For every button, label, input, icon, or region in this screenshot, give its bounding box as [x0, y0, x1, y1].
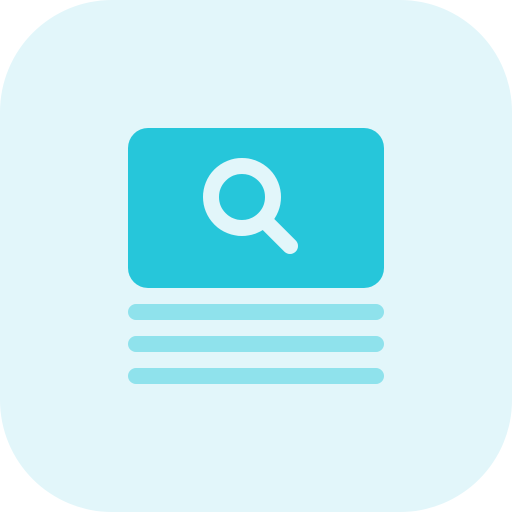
text-line-2 [128, 336, 384, 352]
text-line-1 [128, 304, 384, 320]
text-line-3 [128, 368, 384, 384]
image-card [128, 128, 384, 288]
search-document-icon [0, 0, 512, 512]
text-lines [128, 304, 384, 384]
icon-canvas [0, 0, 512, 512]
